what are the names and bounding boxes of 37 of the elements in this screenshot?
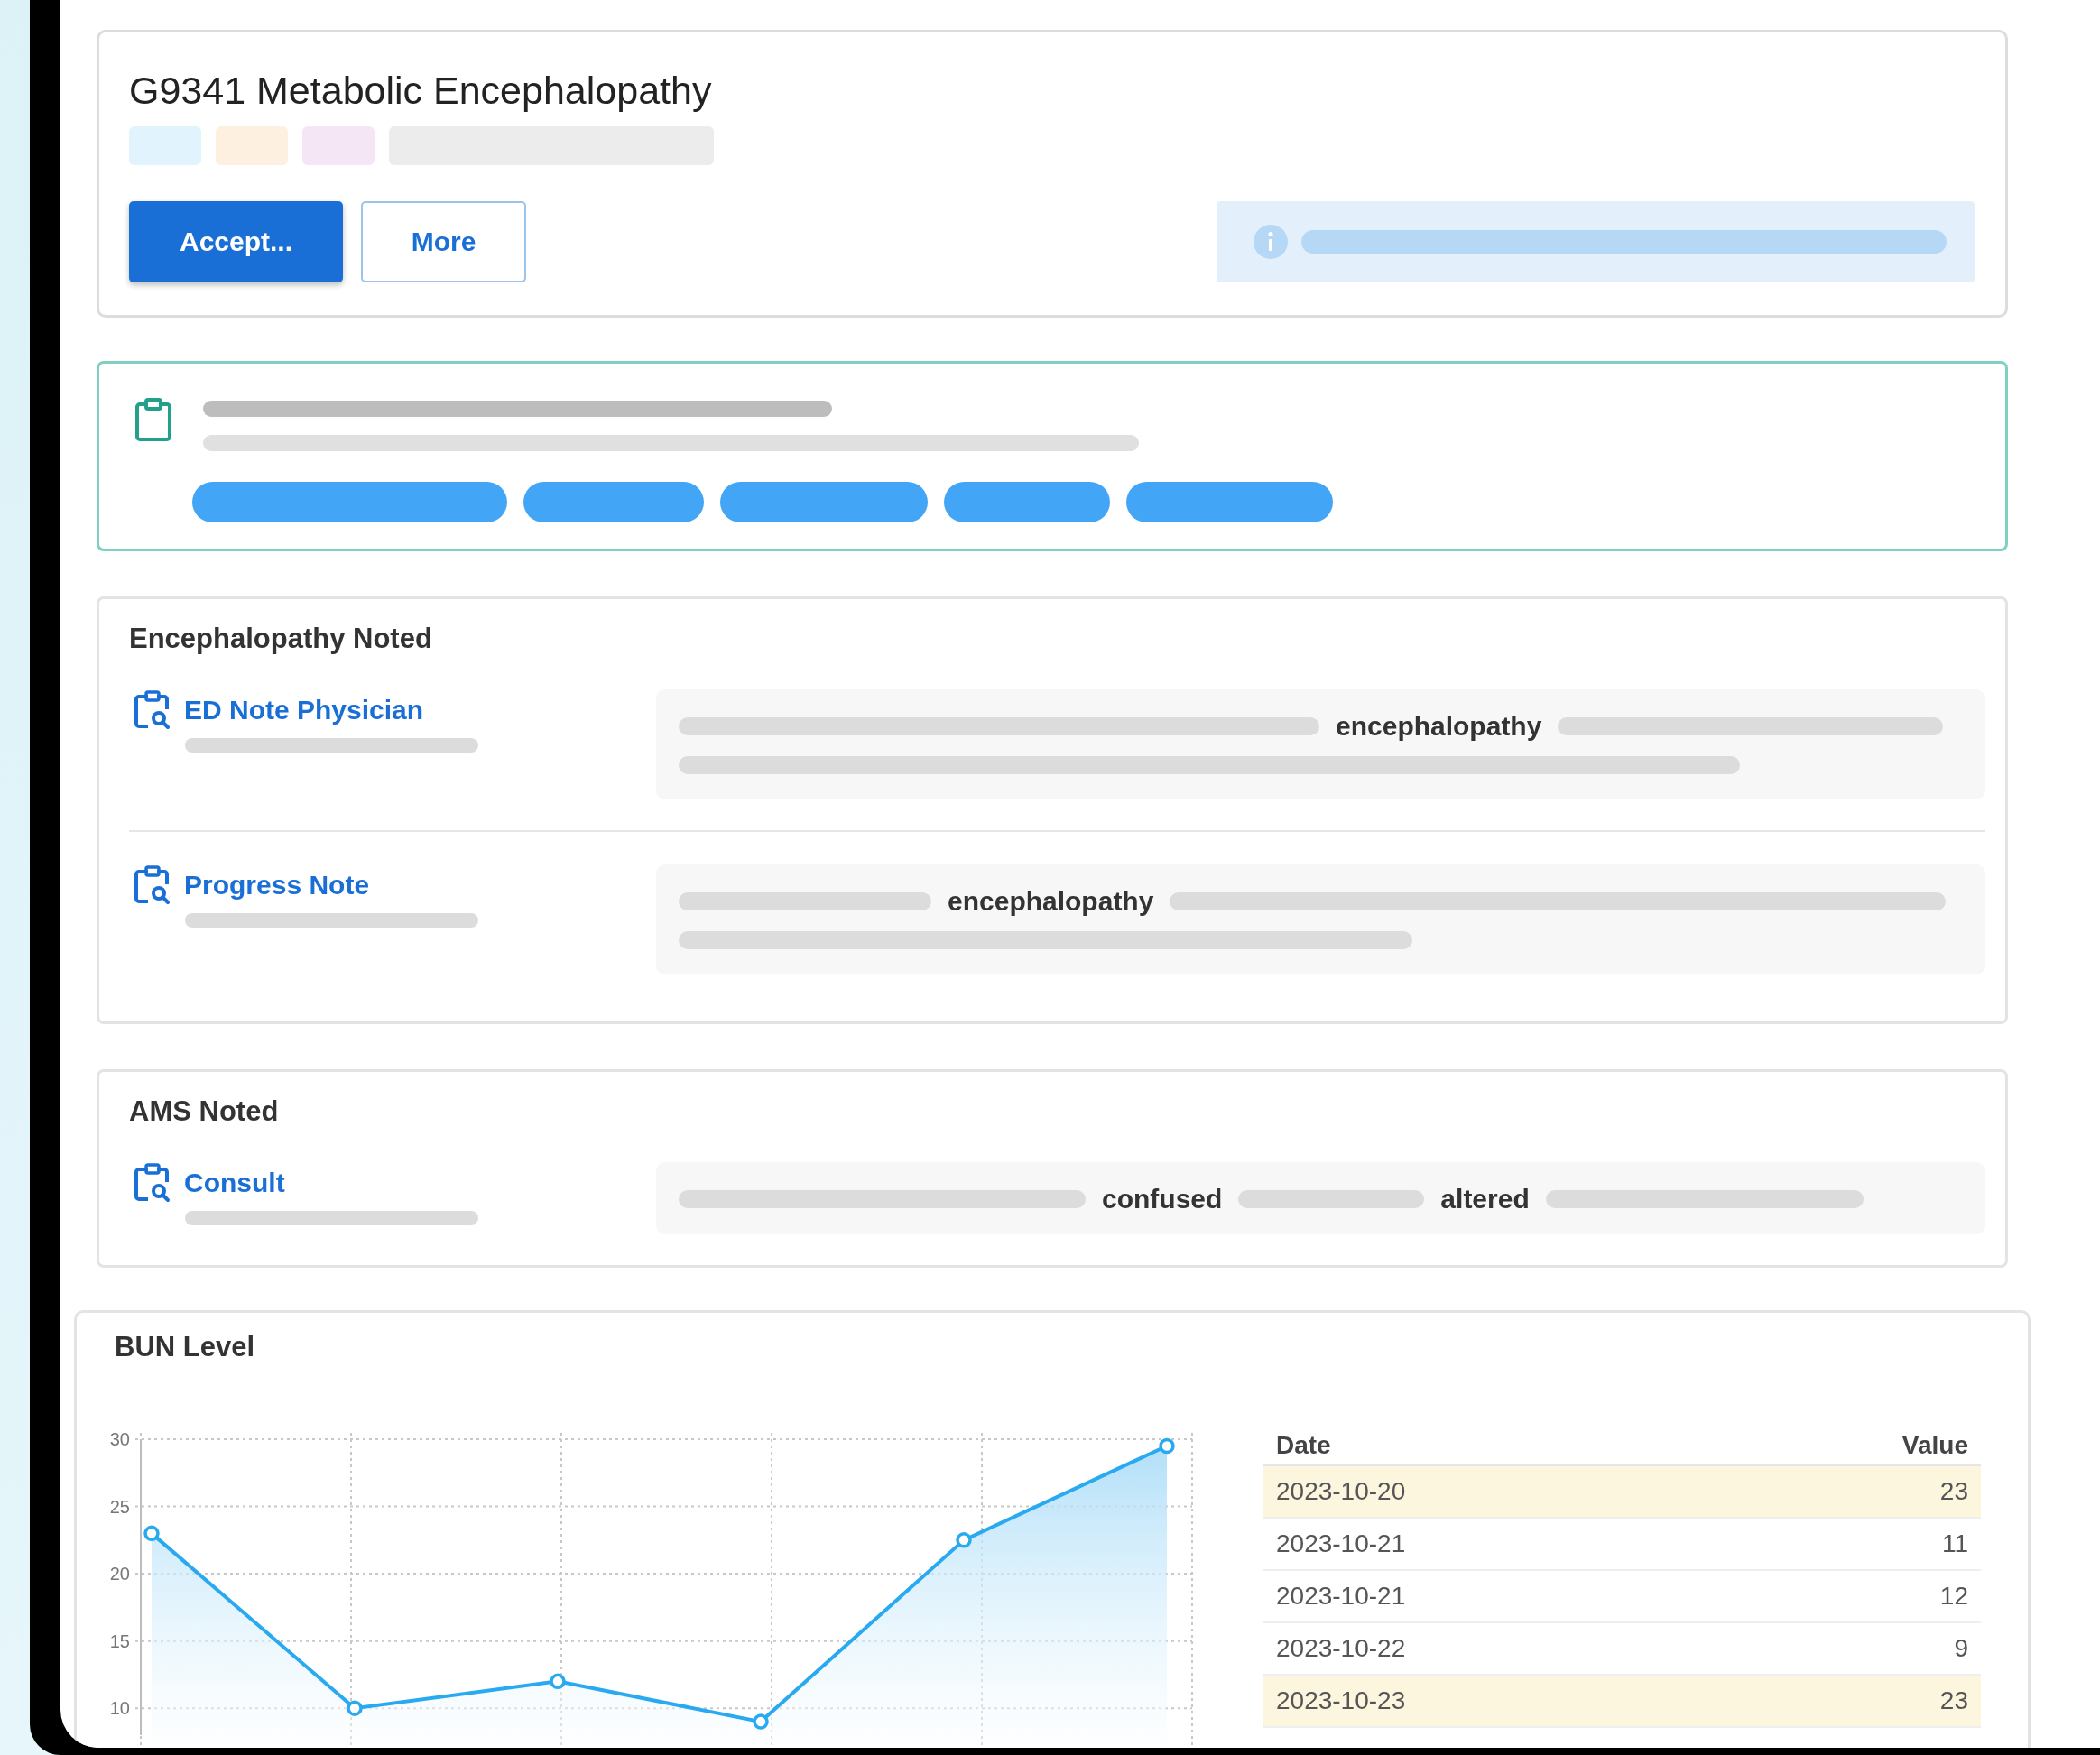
section-title: AMS Noted — [129, 1095, 280, 1129]
table-cell: 23 — [1714, 1464, 1981, 1518]
highlighted-term: encephalopathy — [948, 886, 1154, 917]
accept-button[interactable]: Accept... — [129, 201, 343, 282]
document-link[interactable]: ED Note Physician — [184, 695, 424, 725]
document-link[interactable]: Progress Note — [184, 870, 370, 901]
clipboard-icon — [134, 397, 173, 442]
clipboard-search-icon — [134, 1162, 171, 1204]
axis-tick-label: 15 — [109, 1630, 130, 1651]
table-cell: 2023-10-21 — [1263, 1570, 1715, 1622]
axis-tick-label: 10 — [109, 1698, 130, 1719]
clipboard-search-icon — [134, 689, 171, 731]
data-point — [143, 1525, 160, 1542]
axis-tick-label: 30 — [109, 1429, 130, 1449]
data-point — [956, 1532, 972, 1548]
diagnosis-title: G9341 Metabolic Encephalopathy — [129, 68, 713, 114]
data-point — [347, 1700, 363, 1716]
data-point — [753, 1713, 769, 1730]
document-link[interactable]: Consult — [184, 1168, 285, 1198]
panel-title: BUN Level — [115, 1330, 256, 1364]
clipboard-search-icon — [134, 864, 171, 906]
highlighted-term: encephalopathy — [1336, 711, 1542, 742]
table-cell: 2023-10-20 — [1263, 1464, 1715, 1518]
data-point — [1159, 1437, 1175, 1455]
axis-tick-label: 25 — [109, 1496, 130, 1517]
table-cell: 11 — [1714, 1518, 1981, 1570]
table-cell: 2023-10-23 — [1263, 1675, 1715, 1727]
more-button[interactable]: More — [361, 201, 526, 282]
table-cell: 12 — [1714, 1570, 1981, 1622]
data-point — [550, 1673, 566, 1690]
highlighted-term: confused — [1102, 1184, 1223, 1215]
table-cell: 2023-10-21 — [1263, 1518, 1715, 1570]
info-icon — [1253, 224, 1289, 260]
axis-tick-label: 20 — [109, 1564, 130, 1584]
section-title: Encephalopathy Noted — [129, 622, 433, 656]
highlighted-term: altered — [1440, 1184, 1530, 1215]
table-cell: 23 — [1714, 1675, 1981, 1727]
